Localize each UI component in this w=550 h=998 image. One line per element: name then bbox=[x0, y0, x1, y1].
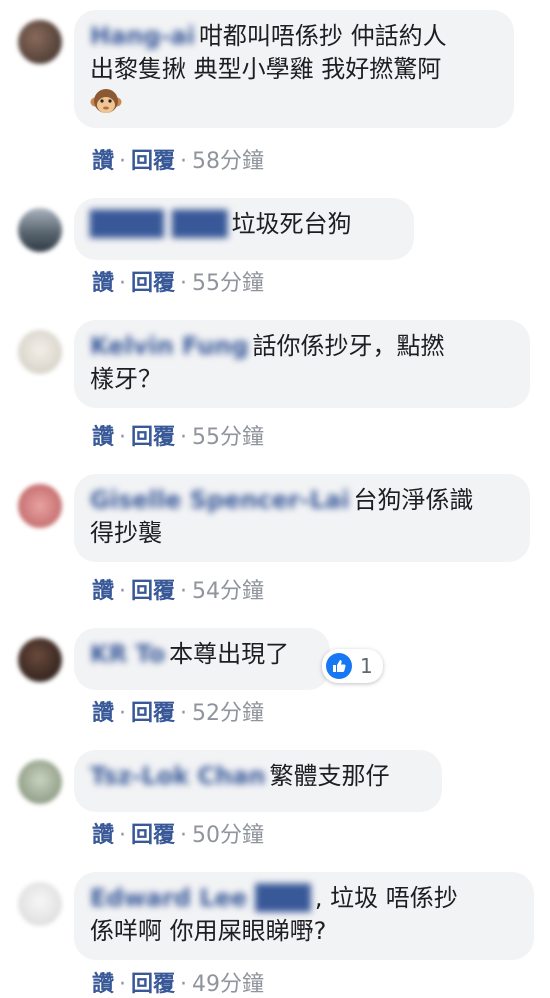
like-link[interactable]: 讚 bbox=[92, 823, 114, 848]
separator: · bbox=[119, 579, 127, 604]
avatar[interactable] bbox=[18, 20, 62, 64]
comment-author[interactable]: Kelvin Fung bbox=[90, 330, 249, 363]
separator: · bbox=[180, 972, 188, 997]
reply-link[interactable]: 回覆 bbox=[131, 271, 175, 296]
separator: · bbox=[119, 271, 127, 296]
avatar[interactable] bbox=[18, 638, 62, 682]
comment-actions: 讚 · 回覆 · 55分鐘 bbox=[92, 419, 264, 451]
separator: · bbox=[180, 425, 188, 450]
comment-time[interactable]: 50分鐘 bbox=[192, 823, 264, 848]
separator: · bbox=[180, 579, 188, 604]
comment-time[interactable]: 52分鐘 bbox=[192, 701, 264, 726]
comment-actions: 讚 · 回覆 · 50分鐘 bbox=[92, 817, 264, 849]
avatar[interactable] bbox=[18, 484, 62, 528]
comment-time[interactable]: 49分鐘 bbox=[192, 972, 264, 997]
comment-actions: 讚 · 回覆 · 58分鐘 bbox=[92, 143, 264, 175]
separator: · bbox=[180, 701, 188, 726]
reaction-count: 1 bbox=[360, 654, 373, 678]
comment-time[interactable]: 58分鐘 bbox=[192, 149, 264, 174]
thumbs-up-icon bbox=[326, 653, 352, 679]
comment-text: 繁體支那仔 bbox=[269, 762, 390, 790]
monkey-icon bbox=[90, 87, 122, 119]
avatar[interactable] bbox=[18, 330, 62, 374]
comment-bubble: ████ ███ 垃圾死台狗 bbox=[74, 198, 414, 260]
comment-bubble: Hang-ai 咁都叫唔係抄 仲話約人 出黎隻揪 典型小學雞 我好撚驚阿 bbox=[74, 10, 514, 128]
avatar[interactable] bbox=[18, 208, 62, 252]
comment-author[interactable]: ████ ███ bbox=[90, 208, 228, 241]
like-link[interactable]: 讚 bbox=[92, 425, 114, 450]
comment-author[interactable]: Tsz-Lok Chan bbox=[90, 760, 265, 793]
like-link[interactable]: 讚 bbox=[92, 149, 114, 174]
comment-bubble: Kelvin Fung 話你係抄牙，點撚 樣牙？ bbox=[74, 320, 530, 408]
comment-actions: 讚 · 回覆 · 52分鐘 bbox=[92, 695, 264, 727]
reply-link[interactable]: 回覆 bbox=[131, 425, 175, 450]
reply-link[interactable]: 回覆 bbox=[131, 701, 175, 726]
separator: · bbox=[119, 149, 127, 174]
separator: · bbox=[180, 149, 188, 174]
comment-actions: 讚 · 回覆 · 49分鐘 bbox=[92, 966, 264, 998]
comment-bubble: Edward Lee ███, 垃圾 唔係抄 係咩啊 你用屎眼睇嘢? bbox=[74, 872, 534, 960]
reply-link[interactable]: 回覆 bbox=[131, 823, 175, 848]
comment-time[interactable]: 55分鐘 bbox=[192, 271, 264, 296]
comment-bubble: Giselle Spencer-Lai 台狗淨係識 得抄襲 bbox=[74, 474, 530, 562]
comment-author[interactable]: Hang-ai bbox=[90, 20, 195, 53]
separator: · bbox=[119, 972, 127, 997]
separator: · bbox=[119, 701, 127, 726]
comment-actions: 讚 · 回覆 · 54分鐘 bbox=[92, 573, 264, 605]
reply-link[interactable]: 回覆 bbox=[131, 972, 175, 997]
like-link[interactable]: 讚 bbox=[92, 579, 114, 604]
separator: · bbox=[119, 823, 127, 848]
comment-actions: 讚 · 回覆 · 55分鐘 bbox=[92, 265, 264, 297]
reply-link[interactable]: 回覆 bbox=[131, 149, 175, 174]
comment-bubble: KR To 本尊出現了 bbox=[74, 628, 330, 690]
reply-link[interactable]: 回覆 bbox=[131, 579, 175, 604]
comment-author[interactable]: Edward Lee ███ bbox=[90, 882, 311, 915]
comment-time[interactable]: 55分鐘 bbox=[192, 425, 264, 450]
comment-author[interactable]: KR To bbox=[90, 638, 165, 671]
comment-author[interactable]: Giselle Spencer-Lai bbox=[90, 484, 349, 517]
like-link[interactable]: 讚 bbox=[92, 701, 114, 726]
like-link[interactable]: 讚 bbox=[92, 972, 114, 997]
separator: · bbox=[180, 271, 188, 296]
comment-bubble: Tsz-Lok Chan 繁體支那仔 bbox=[74, 750, 442, 812]
comment-time[interactable]: 54分鐘 bbox=[192, 579, 264, 604]
avatar[interactable] bbox=[18, 760, 62, 804]
comment-text: 垃圾死台狗 bbox=[231, 210, 352, 238]
comment-text: 本尊出現了 bbox=[169, 640, 290, 668]
like-link[interactable]: 讚 bbox=[92, 271, 114, 296]
separator: · bbox=[119, 425, 127, 450]
separator: · bbox=[180, 823, 188, 848]
reaction-badge[interactable]: 1 bbox=[322, 649, 383, 683]
avatar[interactable] bbox=[18, 882, 62, 926]
